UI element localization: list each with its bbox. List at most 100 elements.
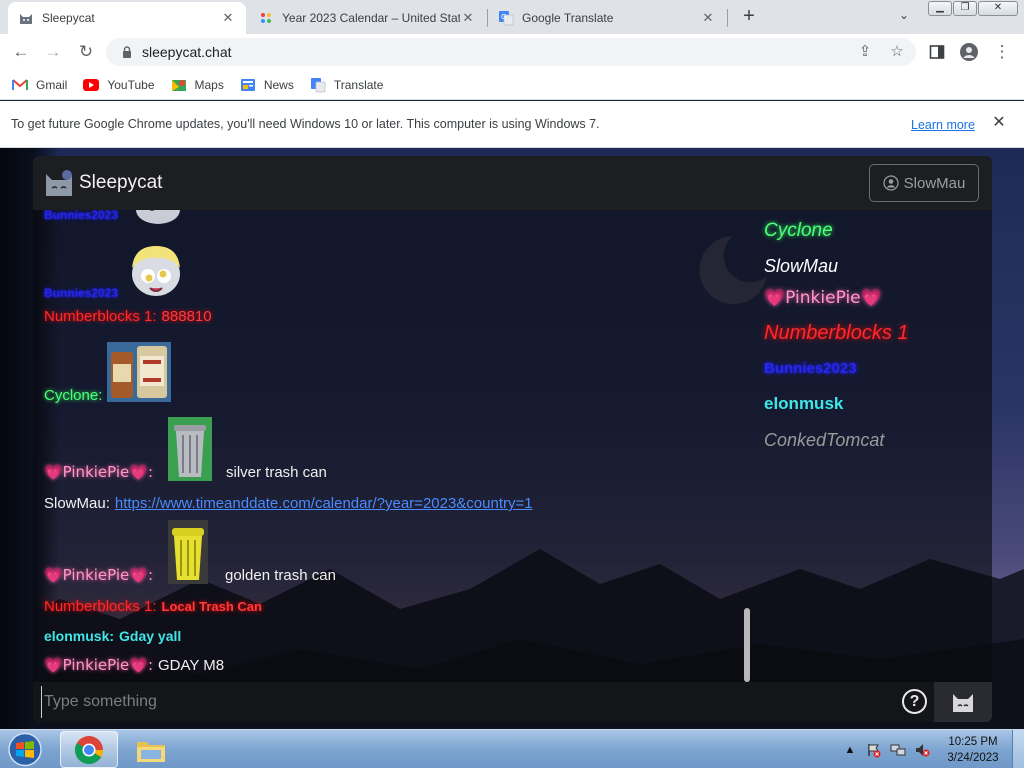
message-text: 888810: [161, 308, 212, 325]
action-center-icon[interactable]: [866, 742, 882, 758]
message-author[interactable]: Numberblocks 1:: [44, 308, 157, 325]
message-text: silver trash can: [226, 464, 327, 481]
calendar-icon: [258, 10, 274, 26]
forward-arrow-icon[interactable]: →: [42, 41, 64, 63]
message-author[interactable]: Bunnies2023: [44, 210, 118, 222]
more-menu-icon[interactable]: ⋮: [991, 41, 1013, 63]
chat-message: Numberblocks 1: 888810: [44, 308, 212, 325]
network-icon[interactable]: [890, 742, 906, 758]
message-text: GDAY M8: [158, 656, 225, 674]
tab-title: Google Translate: [522, 11, 614, 25]
tab-title: Year 2023 Calendar – United Stat: [282, 11, 460, 25]
user-button[interactable]: SlowMau: [869, 164, 979, 202]
message-author[interactable]: 💗PinkiePie💗:: [44, 566, 153, 584]
translate-icon: G: [498, 10, 514, 26]
bookmark-label: Translate: [333, 77, 384, 92]
derpy-pony-sticker: [132, 246, 181, 296]
bookmark-news[interactable]: News: [240, 77, 294, 93]
clock-time: 10:25 PM: [948, 736, 998, 748]
lock-icon[interactable]: [120, 45, 134, 59]
chat-message: Cyclone:: [44, 342, 172, 404]
side-panel-icon[interactable]: [926, 41, 948, 63]
app-title: Sleepycat: [79, 172, 163, 193]
star-icon[interactable]: ☆: [886, 41, 908, 63]
learn-more-link[interactable]: Learn more: [911, 118, 975, 132]
online-user[interactable]: 💗PinkiePie💗: [764, 288, 882, 308]
windows-taskbar: ▲ 10:25 PM 3/24/2023: [0, 729, 1024, 768]
bookmark-label: Maps: [194, 77, 224, 92]
reload-icon[interactable]: ↻: [75, 41, 97, 63]
message-link[interactable]: https://www.timeanddate.com/calendar/?ye…: [115, 495, 533, 512]
online-user[interactable]: SlowMau: [764, 256, 838, 277]
online-user[interactable]: Bunnies2023: [764, 360, 857, 377]
bookmark-gmail[interactable]: Gmail: [12, 77, 67, 93]
update-infobar: To get future Google Chrome updates, you…: [0, 101, 1024, 148]
grey-pony-sticker: [136, 210, 181, 224]
online-user[interactable]: Cyclone: [764, 220, 833, 242]
new-tab-button[interactable]: +: [738, 6, 760, 28]
cat-icon: [953, 694, 973, 712]
bookmark-youtube[interactable]: YouTube: [83, 77, 155, 93]
tab-title: Sleepycat: [42, 11, 95, 25]
tab-translate[interactable]: G Google Translate ✕: [488, 2, 726, 34]
minimize-button[interactable]: ▁: [928, 1, 952, 16]
system-clock[interactable]: 10:25 PM 3/24/2023: [940, 734, 1006, 766]
message-author[interactable]: Cyclone:: [44, 387, 102, 404]
news-icon: [240, 77, 256, 93]
online-user[interactable]: elonmusk: [764, 394, 843, 414]
sleepycat-window: Sleepycat SlowMau Bunnies2023 Bunnies202…: [33, 156, 992, 722]
bookmark-translate[interactable]: Translate: [310, 77, 384, 93]
maps-icon: [171, 77, 187, 93]
oil-bottles-sticker: [107, 342, 172, 402]
user-icon: [883, 175, 899, 191]
message-input[interactable]: [41, 686, 896, 718]
chat-scrollbar[interactable]: [744, 608, 750, 682]
chrome-icon: [75, 735, 103, 764]
chevron-up-icon[interactable]: ▲: [842, 742, 858, 758]
app-header: Sleepycat SlowMau: [33, 156, 992, 210]
online-user[interactable]: Numberblocks 1: [764, 322, 909, 345]
sleepycat-icon: [18, 10, 34, 26]
back-arrow-icon[interactable]: ←: [10, 41, 32, 63]
taskbar-chrome[interactable]: [60, 731, 118, 768]
address-bar[interactable]: sleepycat.chat ⇪ ☆: [106, 38, 916, 66]
chat-message: 💗PinkiePie💗: GDAY M8: [44, 656, 224, 674]
tab-sleepycat[interactable]: Sleepycat ✕: [8, 2, 246, 34]
send-button[interactable]: [934, 682, 992, 722]
tab-calendar[interactable]: Year 2023 Calendar – United Stat ✕: [248, 2, 486, 34]
chevron-down-icon[interactable]: ⌄: [894, 8, 914, 26]
folder-icon: [137, 741, 165, 762]
close-icon[interactable]: ✕: [220, 10, 236, 26]
close-window-button[interactable]: ✕: [978, 1, 1018, 16]
close-icon[interactable]: ✕: [700, 10, 716, 26]
taskbar-explorer[interactable]: [122, 731, 180, 768]
message-author[interactable]: 💗PinkiePie💗:: [44, 656, 153, 674]
browser-toolbar: ← → ↻ sleepycat.chat ⇪ ☆ ⋮: [0, 34, 1024, 70]
tab-separator: [727, 9, 728, 27]
bookmark-label: Gmail: [36, 77, 68, 92]
share-icon[interactable]: ⇪: [854, 41, 876, 63]
message-text: Local Trash Can: [161, 599, 262, 614]
close-icon[interactable]: ✕: [460, 10, 476, 26]
tab-strip: Sleepycat ✕ Year 2023 Calendar – United …: [0, 0, 1024, 34]
bookmark-maps[interactable]: Maps: [171, 77, 224, 93]
online-user[interactable]: ConkedTomcat: [764, 430, 884, 451]
help-button[interactable]: ?: [902, 689, 927, 714]
message-author[interactable]: 💗PinkiePie💗:: [44, 463, 153, 481]
chat-message: Numberblocks 1: Local Trash Can: [44, 598, 262, 615]
message-author[interactable]: Numberblocks 1:: [44, 598, 157, 615]
chat-message: 💗PinkiePie💗: silver trash can: [44, 417, 327, 481]
user-button-label: SlowMau: [903, 174, 966, 192]
message-author[interactable]: elonmusk:: [44, 628, 114, 644]
profile-icon[interactable]: [958, 41, 980, 63]
bookmark-label: News: [263, 77, 294, 92]
show-desktop-button[interactable]: [1012, 730, 1024, 768]
message-author[interactable]: SlowMau:: [44, 495, 110, 512]
infobar-message: To get future Google Chrome updates, you…: [11, 117, 600, 131]
clock-date: 3/24/2023: [947, 752, 999, 764]
volume-muted-icon[interactable]: [914, 742, 930, 758]
restore-button[interactable]: ❐: [953, 1, 977, 16]
message-author[interactable]: Bunnies2023: [44, 286, 118, 300]
close-icon[interactable]: ✕: [990, 114, 1008, 132]
start-button[interactable]: [2, 731, 48, 768]
